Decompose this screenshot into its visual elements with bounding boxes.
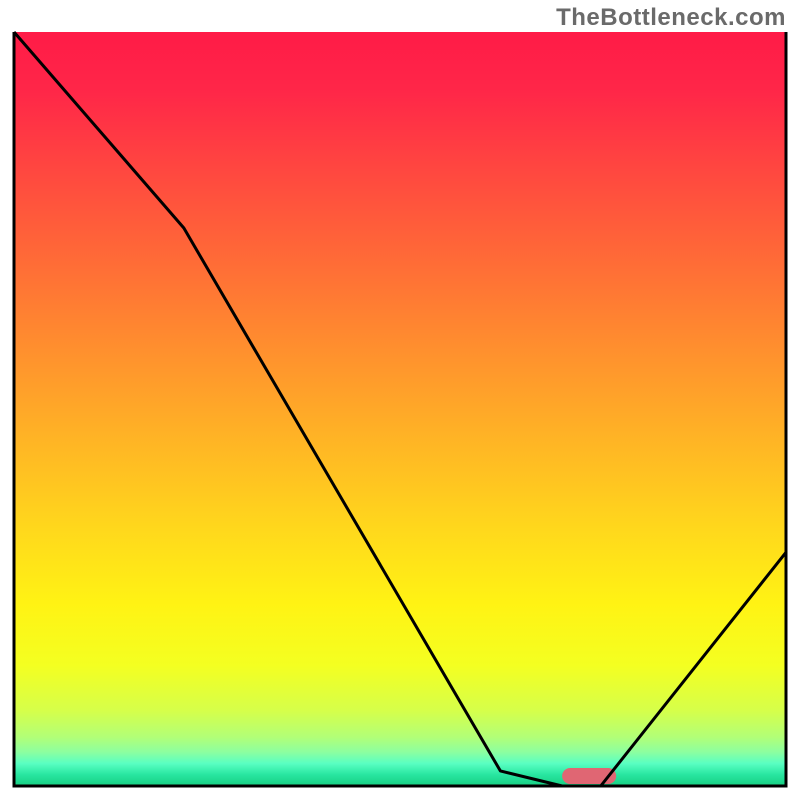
chart-container: TheBottleneck.com <box>0 0 800 800</box>
bottleneck-chart <box>0 0 800 800</box>
gradient-background <box>14 32 786 786</box>
watermark-text: TheBottleneck.com <box>556 4 786 32</box>
